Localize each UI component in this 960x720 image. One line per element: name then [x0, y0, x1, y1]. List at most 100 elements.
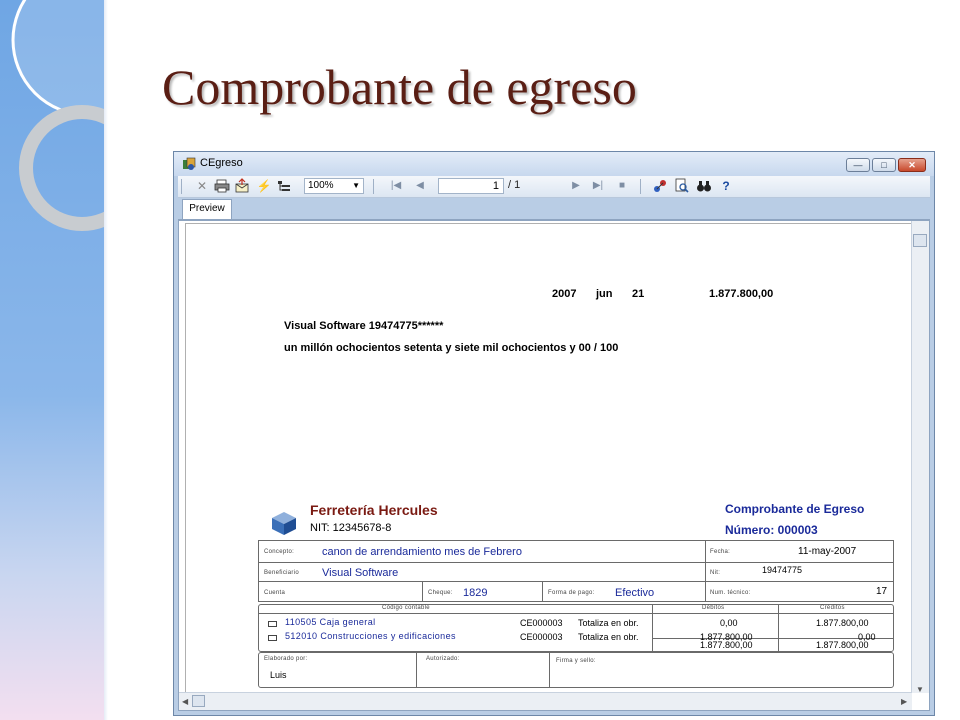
search-icon[interactable]: [674, 178, 690, 194]
col-codigo-header: Código contable: [382, 605, 430, 611]
folder-icon: [268, 621, 277, 627]
fecha-value: 11-may-2007: [798, 546, 857, 557]
check-month: jun: [596, 288, 613, 300]
close-icon[interactable]: ✕: [194, 178, 210, 194]
voucher-number: Número: 000003: [725, 523, 818, 537]
divider: [258, 613, 893, 614]
table-row-debit: 0,00: [720, 618, 738, 628]
print-icon[interactable]: [214, 178, 230, 194]
num-tecnico-value: 17: [876, 586, 888, 597]
toolbar-grip: [181, 179, 182, 194]
first-page-icon[interactable]: |◀: [388, 178, 404, 194]
total-debit: 1.877.800,00: [700, 640, 753, 650]
elaborado-label: Elaborado por:: [264, 656, 308, 662]
firma-label: Firma y sello:: [556, 658, 596, 664]
check-year: 2007: [552, 288, 577, 300]
folder-icon: [268, 635, 277, 641]
divider: [416, 652, 417, 687]
forma-pago-value: Efectivo: [615, 587, 655, 599]
horizontal-scrollbar[interactable]: ◀ ▶: [179, 692, 912, 710]
refresh-icon[interactable]: ⚡: [256, 178, 272, 194]
autorizado-label: Autorizado:: [426, 656, 460, 662]
divider: [258, 562, 893, 563]
divider: [652, 604, 653, 651]
check-amount: 1.877.800,00: [709, 288, 774, 300]
table-row-doc: CE000003: [520, 632, 563, 642]
slide-divider: [104, 0, 108, 720]
scroll-thumb[interactable]: [913, 234, 927, 247]
stop-icon[interactable]: ■: [614, 178, 630, 194]
concepto-label: Concepto:: [264, 549, 295, 555]
last-page-icon[interactable]: ▶|: [590, 178, 606, 194]
tab-strip: Preview: [178, 198, 930, 220]
col-creditos-header: Créditos: [820, 605, 845, 611]
concepto-value: canon de arrendamiento mes de Febrero: [322, 546, 522, 558]
app-window: CEgreso — □ ✕ ✕ ⚡ 100% ▼ |◀ ◀ 1 / 1 ▶ ▶|…: [173, 151, 935, 716]
company-nit: NIT: 12345678-8: [310, 522, 392, 534]
divider: [549, 652, 550, 687]
help-icon[interactable]: ?: [718, 178, 734, 194]
company-logo: [272, 512, 296, 535]
window-title: CEgreso: [200, 157, 243, 169]
close-button[interactable]: ✕: [898, 158, 926, 172]
maximize-button[interactable]: □: [872, 158, 896, 172]
export-icon[interactable]: [234, 178, 250, 194]
toolbar: ✕ ⚡ 100% ▼ |◀ ◀ 1 / 1 ▶ ▶| ■ ?: [178, 176, 930, 198]
connect-icon[interactable]: [652, 178, 668, 194]
zoom-value: 100%: [308, 180, 334, 191]
toolbar-separator: [640, 179, 641, 194]
total-credit: 1.877.800,00: [816, 640, 869, 650]
cheque-value: 1829: [463, 587, 488, 599]
report-viewport: 2007 jun 21 1.877.800,00 Visual Software…: [178, 220, 930, 711]
divider: [778, 604, 779, 651]
prev-page-icon[interactable]: ◀: [412, 178, 428, 194]
accounts-table-box: [258, 604, 894, 652]
vertical-scrollbar[interactable]: ▼: [911, 221, 929, 694]
slide-title: Comprobante de egreso: [162, 59, 637, 115]
table-row-credit: 1.877.800,00: [816, 618, 869, 628]
scroll-right-icon[interactable]: ▶: [901, 697, 907, 706]
table-row-type: Totaliza en obr.: [578, 632, 639, 642]
col-debitos-header: Débitos: [702, 605, 725, 611]
app-icon: [183, 157, 196, 170]
company-name: Ferretería Hercules: [310, 502, 438, 518]
nit-value: 19474775: [762, 565, 803, 575]
cuenta-label: Cuenta: [264, 590, 286, 596]
check-payee: Visual Software 19474775******: [284, 320, 444, 332]
binoculars-icon[interactable]: [696, 178, 712, 194]
window-titlebar[interactable]: CEgreso — □ ✕: [174, 152, 934, 176]
elaborado-value: Luis: [270, 670, 287, 680]
table-row-account: 110505 Caja general: [285, 617, 376, 627]
decorative-circles: [11, 0, 106, 231]
table-row-doc: CE000003: [520, 618, 563, 628]
report-page: 2007 jun 21 1.877.800,00 Visual Software…: [185, 223, 914, 694]
divider: [258, 581, 893, 582]
page-total: / 1: [508, 179, 521, 191]
check-amount-words: un millón ochocientos setenta y siete mi…: [284, 342, 619, 354]
minimize-button[interactable]: —: [846, 158, 870, 172]
voucher-title: Comprobante de Egreso: [725, 502, 865, 516]
slide-left-bar: [0, 0, 106, 720]
zoom-select[interactable]: 100% ▼: [304, 178, 364, 194]
beneficiario-label: Beneficiario: [264, 570, 299, 576]
chevron-down-icon: ▼: [352, 181, 360, 190]
nit-label: Nit:: [710, 570, 721, 576]
toolbar-separator: [373, 179, 374, 194]
scroll-down-icon[interactable]: ▼: [916, 685, 924, 694]
divider: [652, 638, 893, 639]
table-row-account: 512010 Construcciones y edificaciones: [285, 631, 456, 641]
tab-preview[interactable]: Preview: [182, 199, 232, 219]
scroll-left-icon[interactable]: ◀: [182, 697, 188, 706]
table-row-type: Totaliza en obr.: [578, 618, 639, 628]
divider: [422, 581, 423, 601]
cheque-label: Cheque:: [428, 590, 453, 596]
group-tree-icon[interactable]: [276, 178, 292, 194]
page-number-input[interactable]: 1: [438, 178, 504, 194]
scroll-thumb[interactable]: [192, 695, 205, 707]
check-day: 21: [632, 288, 645, 300]
fecha-label: Fecha:: [710, 549, 731, 555]
beneficiario-value: Visual Software: [322, 567, 399, 579]
divider: [705, 540, 706, 601]
forma-pago-label: Forma de pago:: [548, 590, 595, 596]
next-page-icon[interactable]: ▶: [568, 178, 584, 194]
